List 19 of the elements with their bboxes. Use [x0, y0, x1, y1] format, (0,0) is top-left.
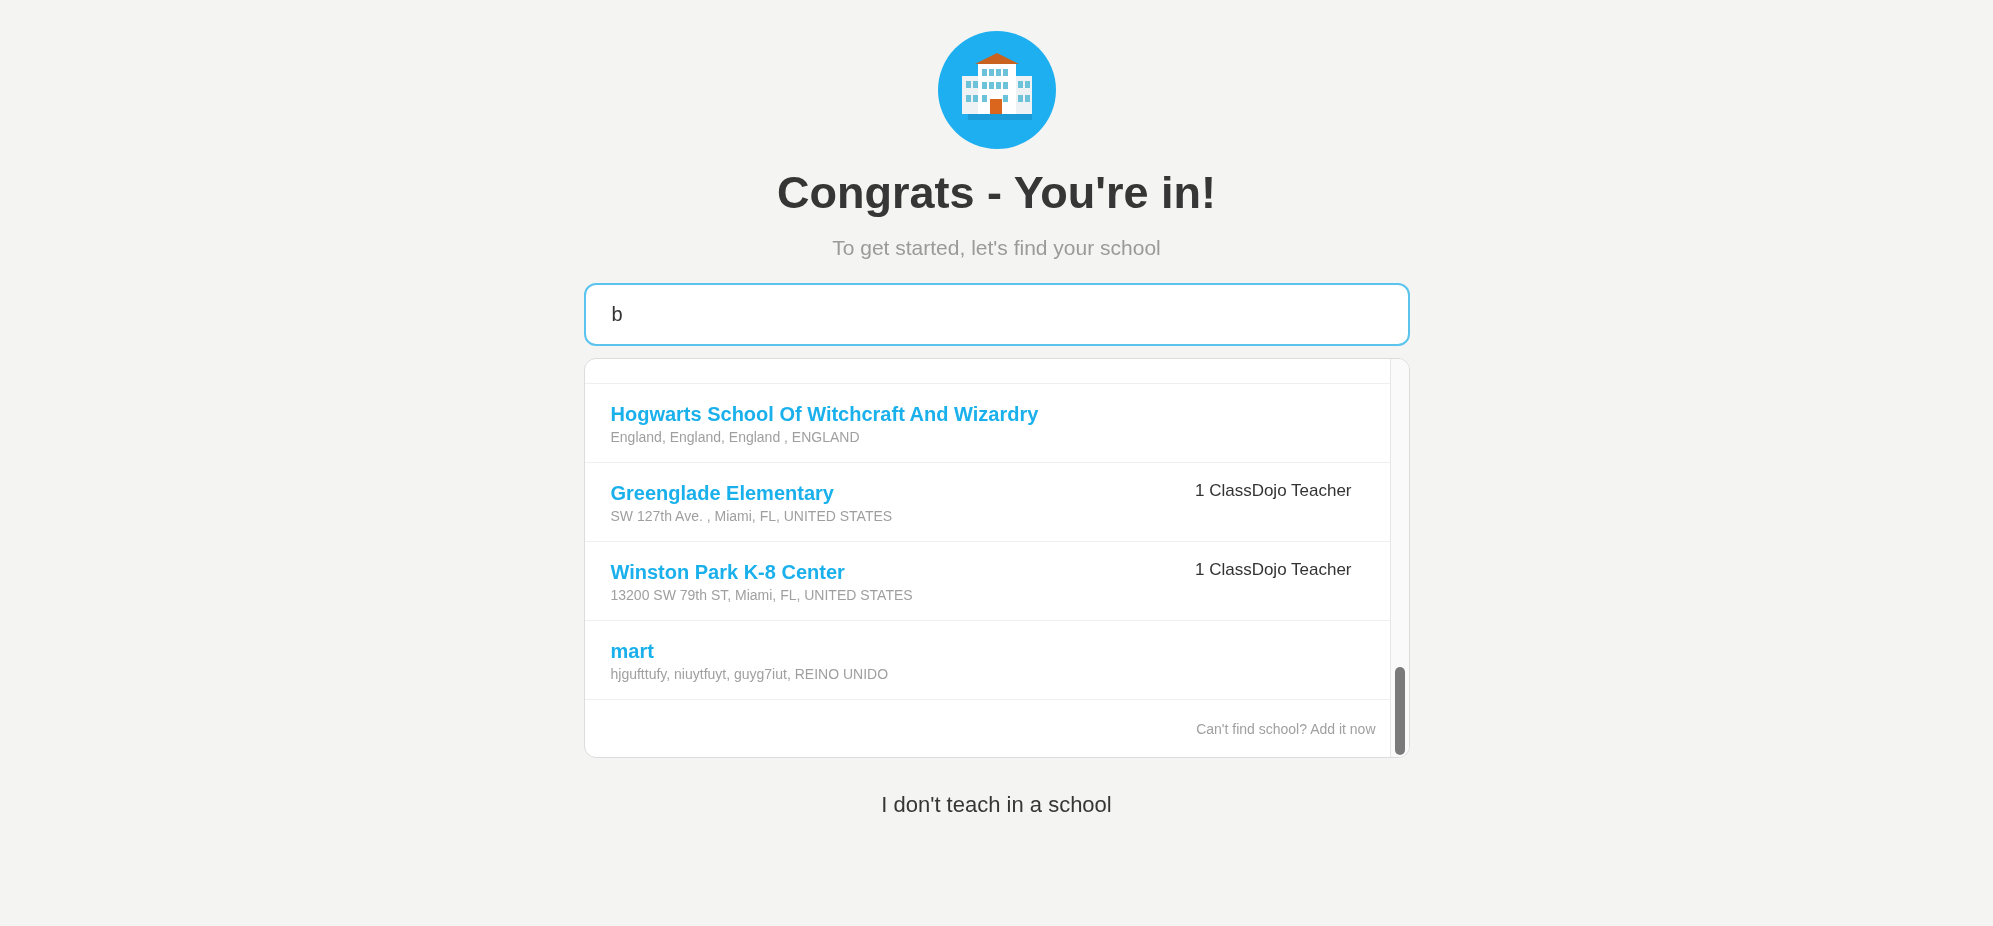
school-address: 13200 SW 79th ST, Miami, FL, UNITED STATES [610, 586, 913, 605]
no-school-link[interactable]: I don't teach in a school [881, 792, 1112, 818]
school-result[interactable]: Winston Park K-8 Center 13200 SW 79th ST, Miami, FL, UNITED STATES 1 ClassDojo Teacher [584, 542, 1390, 621]
school-logo-icon [937, 31, 1056, 149]
school-name: mart [610, 639, 655, 664]
school-name: Greenglade Elementary [610, 481, 835, 506]
school-result[interactable]: Greenglade Elementary SW 127th Ave. , Miami, FL, UNITED STATES 1 ClassDojo Teacher [584, 463, 1390, 542]
school-name: Winston Park K-8 Center [610, 560, 846, 585]
page-title: Congrats - You're in! [776, 166, 1217, 220]
school-search-field[interactable]: b [583, 283, 1410, 346]
scrollbar[interactable] [1389, 359, 1409, 757]
school-name: Hogwarts School Of Witchcraft And Wizardry [610, 402, 1039, 427]
teacher-count: 1 ClassDojo Teacher [1194, 480, 1352, 502]
school-address: hjgufttufy, niuytfuyt, guyg7iut, REINO UNIDO [610, 665, 889, 684]
school-address: SW 127th Ave. , Miami, FL, UNITED STATES [610, 507, 893, 526]
subtitle-text: To get started, let's find your school [832, 235, 1161, 261]
school-address: England, England, England , ENGLAND [610, 428, 861, 447]
teacher-count: 1 ClassDojo Teacher [1194, 559, 1352, 581]
scrollbar-thumb[interactable] [1394, 667, 1405, 755]
